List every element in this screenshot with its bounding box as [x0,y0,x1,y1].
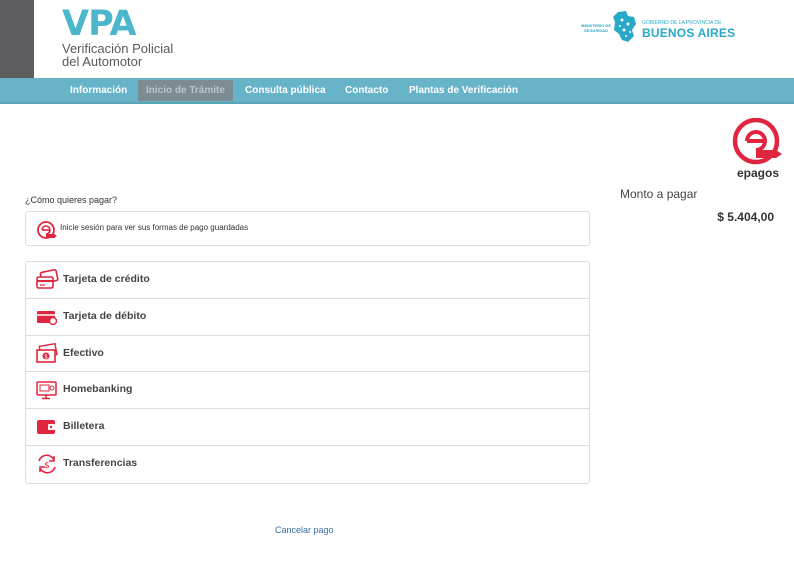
epagos-wordmark: epagos [737,166,779,180]
cancel-payment-link[interactable]: Cancelar pago [275,525,334,535]
left-dark-strip [0,0,34,78]
method-label: Efectivo [63,346,104,359]
payment-methods-list: Tarjeta de crédito Tarjeta de débito $ E… [25,261,590,484]
gov-buenos-aires-logo: MINISTERIO DE SEGURIDAD GOBIERNO DE LA P… [576,10,736,48]
method-label: Tarjeta de crédito [63,273,150,285]
method-label: Tarjeta de débito [63,309,147,322]
debit-card-icon [37,310,58,325]
method-credit-card[interactable]: Tarjeta de crédito [26,262,589,299]
method-label: Homebanking [63,383,133,396]
epagos-login-icon [37,221,57,239]
method-homebanking[interactable]: Homebanking [26,372,589,410]
method-debit-card[interactable]: Tarjeta de débito [26,299,589,336]
method-transfer[interactable]: $ Transferencias [26,446,589,483]
epagos-logo: epagos [732,117,784,180]
nav-contacto[interactable]: Contacto [337,80,396,101]
ministry-line2: SEGURIDAD [583,28,608,33]
nav-plantas-de-verificacion[interactable]: Plantas de Verificación [401,80,526,101]
wallet-icon [37,420,55,435]
gov-name-label: BUENOS AIRES [642,26,736,40]
credit-card-icon [36,269,59,289]
province-map-icon [613,11,636,42]
main-nav: Información Inicio de Trámite Consulta p… [0,78,794,104]
nav-consulta-publica[interactable]: Consulta pública [237,80,334,101]
ministry-label: MINISTERIO DE SEGURIDAD [576,23,616,33]
svg-text:$: $ [44,353,48,360]
amount-value: $ 5.404,00 [717,210,774,224]
login-prompt[interactable]: Inicie sesión para ver sus formas de pag… [25,211,590,246]
vpa-logo[interactable]: VPA Verificación Policial del Automotor [62,6,173,68]
method-label: Transferencias [63,456,138,469]
payment-question: ¿Cómo quieres pagar? [25,195,118,205]
vpa-logo-title: VPA [62,4,137,44]
amount-label: Monto a pagar [620,187,698,201]
nav-informacion[interactable]: Información [62,80,135,101]
transfer-icon: $ [38,454,56,474]
method-wallet[interactable]: Billetera [26,409,589,446]
vpa-logo-line2: del Automotor [62,54,143,69]
method-cash[interactable]: $ Efectivo [26,336,589,373]
login-prompt-text: Inicie sesión para ver sus formas de pag… [60,223,249,232]
epagos-e-icon: epagos [732,117,782,180]
cash-icon: $ [36,342,58,363]
homebanking-icon [36,381,57,400]
nav-inicio-de-tramite[interactable]: Inicio de Trámite [138,80,233,101]
svg-text:$: $ [44,461,50,471]
method-label: Billetera [63,420,105,433]
